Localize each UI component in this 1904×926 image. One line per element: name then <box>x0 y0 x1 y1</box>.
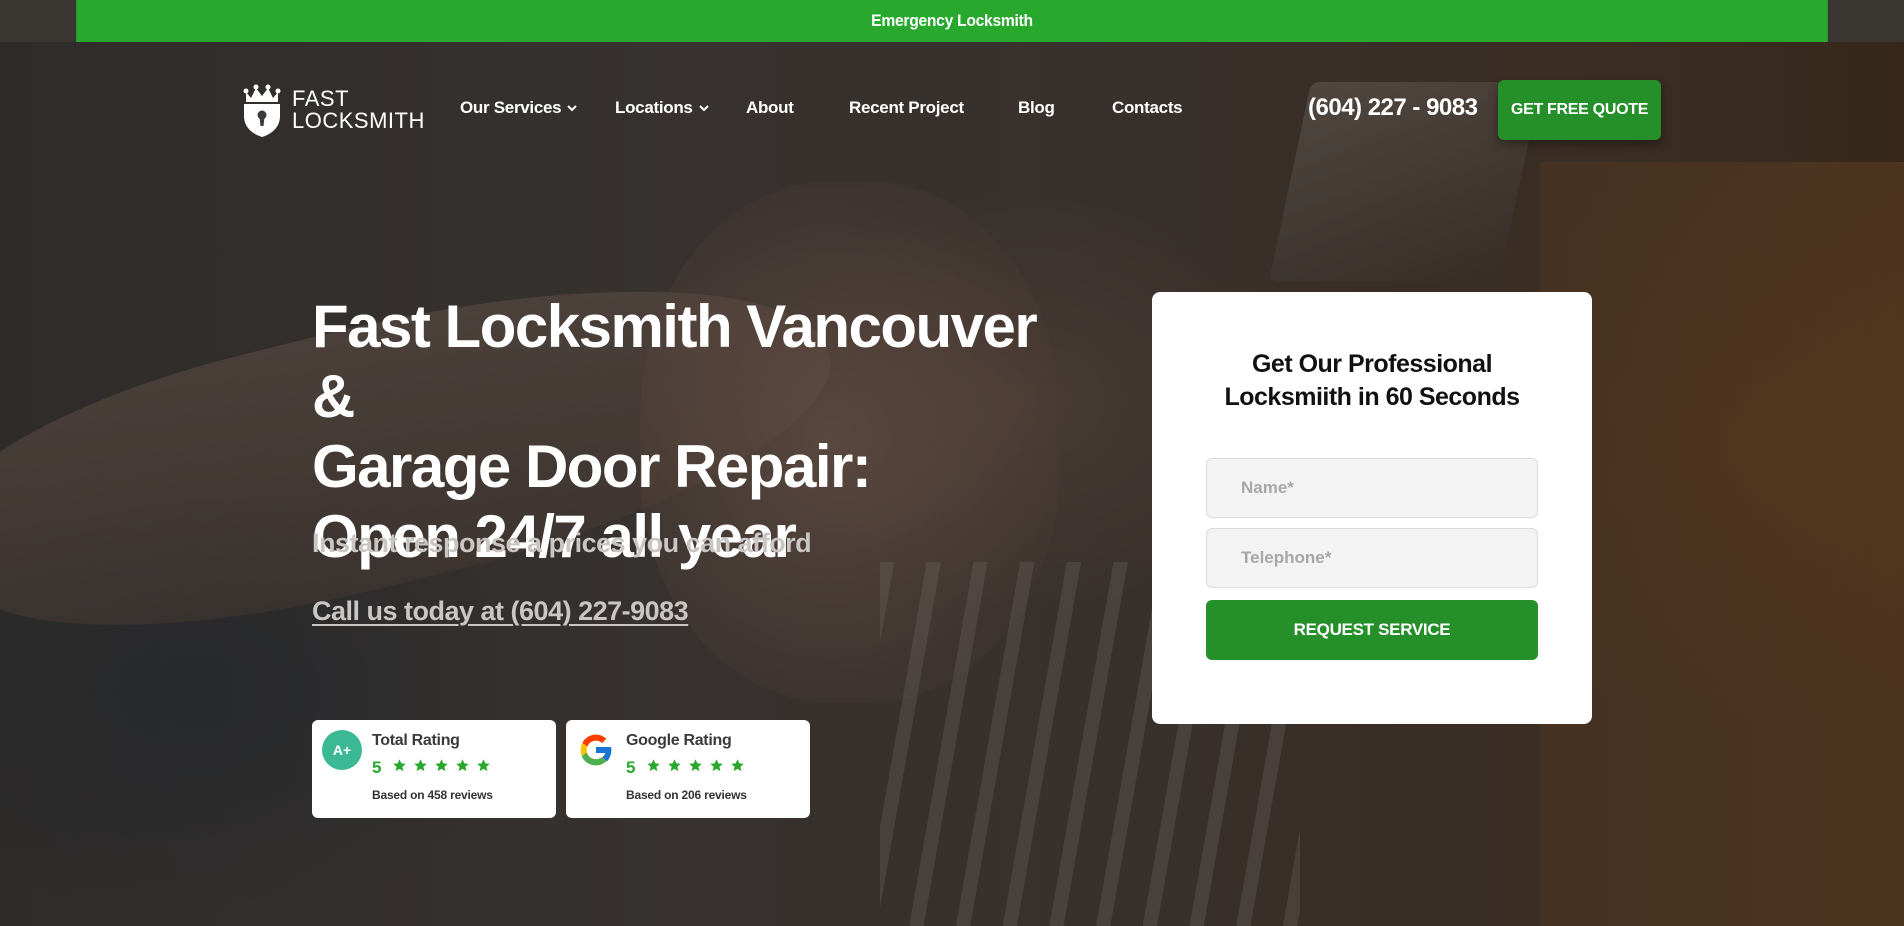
rating-title: Total Rating <box>372 732 460 749</box>
a-plus-rating-badge: A+ <box>322 730 362 770</box>
telephone-input[interactable] <box>1206 528 1538 588</box>
star-rating <box>646 758 745 773</box>
rating-score: 5 <box>626 758 636 777</box>
rating-title: Google Rating <box>626 732 732 749</box>
total-rating-card: A+ Total Rating 5 Based on 458 reviews <box>312 720 556 818</box>
google-icon <box>580 734 613 766</box>
form-title-line-1: Get Our Professional <box>1251 350 1493 378</box>
shield-keyhole-icon <box>243 84 281 137</box>
hero-subtitle: Instant response a prices you can afford <box>312 528 812 558</box>
star-icon <box>731 759 744 772</box>
form-title: Get Our Professional Locksmiith in 60 Se… <box>1152 348 1592 414</box>
quote-form-card: Get Our Professional Locksmiith in 60 Se… <box>1152 292 1592 724</box>
announcement-text: Emergency Locksmith <box>871 11 1033 30</box>
nav-label: Recent Project <box>849 98 964 117</box>
get-free-quote-button[interactable]: GET FREE QUOTE <box>1498 80 1661 140</box>
star-icon <box>435 759 448 772</box>
rating-score: 5 <box>372 758 382 777</box>
hero-title-line-1: Fast Locksmith Vancouver & <box>312 293 1038 430</box>
star-icon <box>414 759 427 772</box>
nav-label: Locations <box>615 98 693 117</box>
logo-line-2: LOCKSMITH <box>292 108 425 133</box>
nav-blog[interactable]: Blog <box>1018 98 1112 118</box>
nav-recent-project[interactable]: Recent Project <box>849 98 1018 118</box>
nav-label: Our Services <box>460 98 562 117</box>
google-rating-card: Google Rating 5 Based on 206 reviews <box>566 720 810 818</box>
star-icon <box>456 759 469 772</box>
star-icon <box>689 759 702 772</box>
logo-wordmark: FAST LOCKSMITH <box>292 88 425 132</box>
hero-title-line-2: Garage Door Repair: <box>312 433 872 500</box>
call-us-link[interactable]: Call us today at (604) 227-9083 <box>312 596 689 627</box>
star-icon <box>647 759 660 772</box>
chevron-down-icon <box>567 105 578 112</box>
main-navigation: Our Services Locations About Recent Proj… <box>460 98 1183 118</box>
nav-contacts[interactable]: Contacts <box>1112 98 1183 118</box>
star-icon <box>393 759 406 772</box>
star-icon <box>477 759 490 772</box>
review-count: Based on 206 reviews <box>626 788 747 802</box>
name-input[interactable] <box>1206 458 1538 518</box>
site-logo[interactable]: FAST LOCKSMITH <box>242 82 425 138</box>
nav-label: About <box>746 98 794 117</box>
nav-label: Contacts <box>1112 98 1183 117</box>
logo-line-1: FAST <box>292 86 350 111</box>
top-announcement-bar: Emergency Locksmith <box>76 0 1828 42</box>
nav-locations[interactable]: Locations <box>615 98 746 118</box>
form-title-line-2: Locksmiith in 60 Seconds <box>1224 383 1520 411</box>
chevron-down-icon <box>698 105 709 112</box>
header-phone-number[interactable]: (604) 227 - 9083 <box>1308 94 1478 122</box>
star-icon <box>668 759 681 772</box>
star-icon <box>710 759 723 772</box>
request-service-button[interactable]: REQUEST SERVICE <box>1206 600 1538 660</box>
star-rating <box>392 758 491 773</box>
nav-about[interactable]: About <box>746 98 849 118</box>
nav-our-services[interactable]: Our Services <box>460 98 615 118</box>
nav-label: Blog <box>1018 98 1055 117</box>
review-count: Based on 458 reviews <box>372 788 493 802</box>
